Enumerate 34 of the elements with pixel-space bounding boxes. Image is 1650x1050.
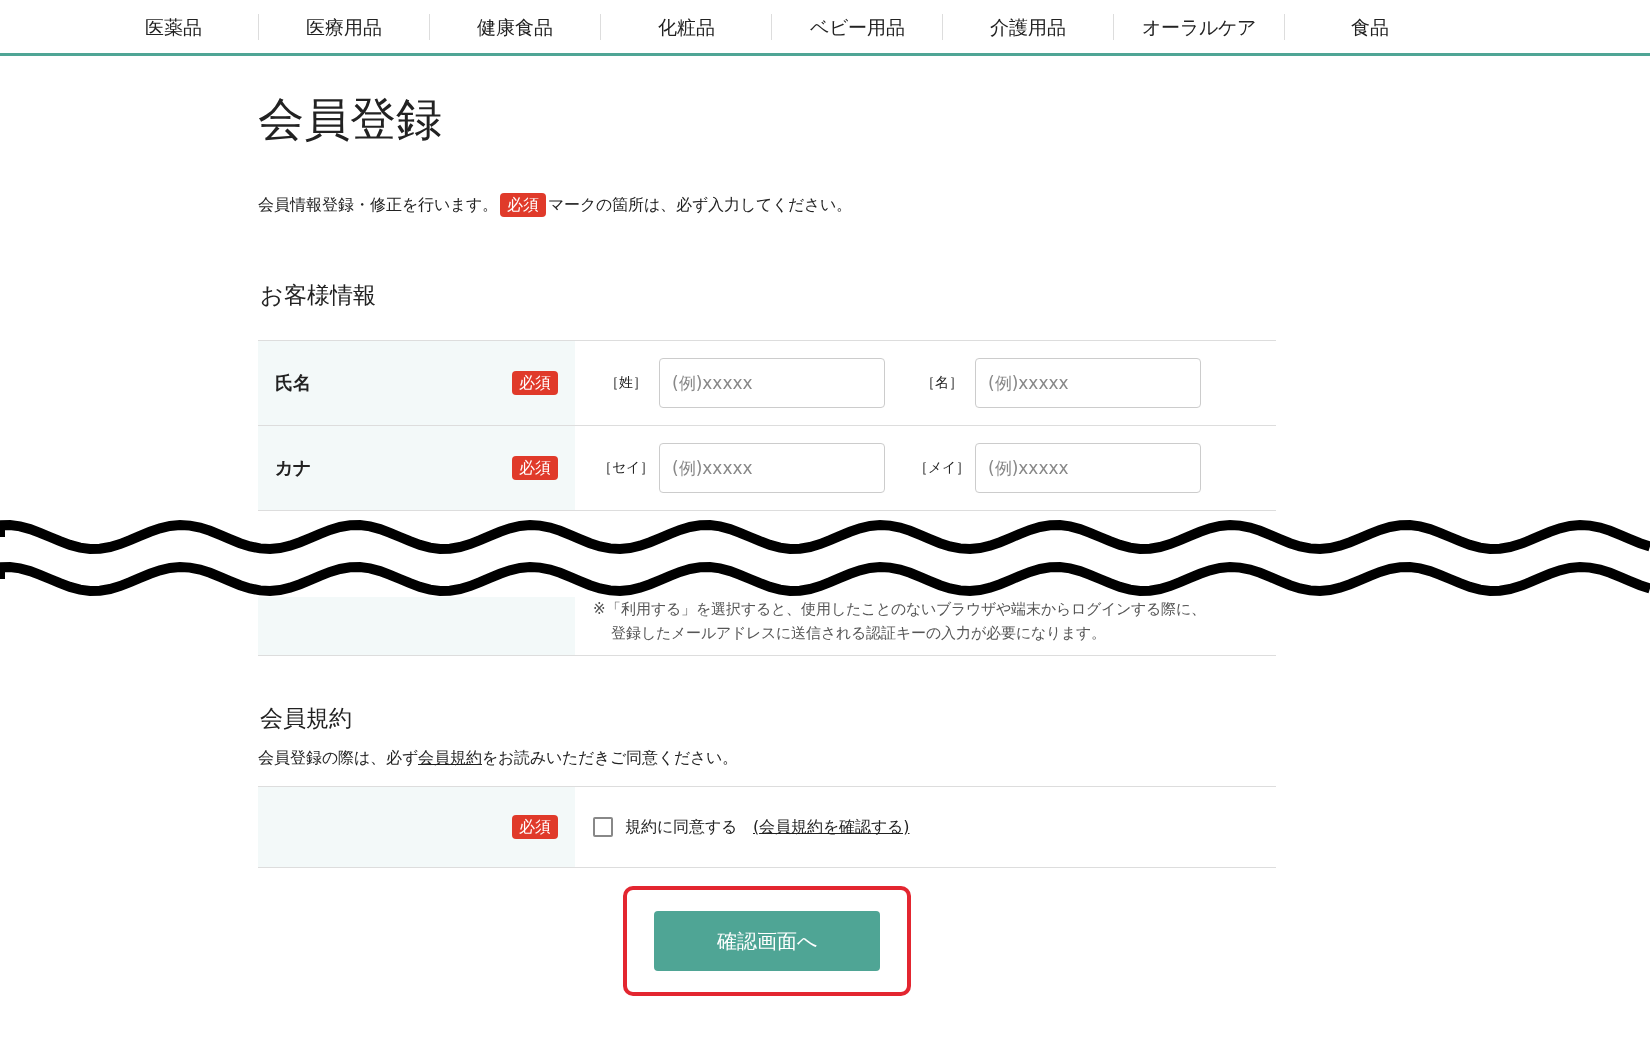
nav-link[interactable]: 医薬品: [88, 13, 259, 40]
required-badge: 必須: [500, 192, 546, 217]
field-prefix: ［名］: [920, 374, 964, 393]
section-heading: 会員規約: [260, 704, 352, 734]
field-prefix: ［姓］: [604, 374, 648, 393]
terms-link[interactable]: (会員規約を確認する): [753, 816, 910, 838]
terms-text: 会員登録の際は、必ず会員規約をお読みいただきご同意ください。: [258, 748, 738, 770]
note-text: ※「利用する」を選択すると、使用したことのないブラウザや端末からログインする際に、: [593, 599, 1206, 621]
nav-link[interactable]: ベビー用品: [772, 13, 943, 40]
nav-link[interactable]: 医療用品: [259, 13, 430, 40]
field-label: 氏名: [275, 371, 311, 396]
required-badge: 必須: [512, 815, 558, 840]
field-prefix: ［セイ］: [597, 459, 655, 478]
intro-text: 会員情報登録・修正を行います。: [258, 194, 498, 216]
nav-link[interactable]: オーラルケア: [1114, 13, 1285, 40]
field-prefix: ［メイ］: [913, 459, 971, 478]
input-field[interactable]: (例)xxxxx: [975, 358, 1201, 409]
input-field[interactable]: (例)xxxxx: [975, 443, 1201, 494]
page-title: 会員登録: [258, 94, 442, 145]
input-field[interactable]: (例)xxxxx: [659, 443, 885, 494]
note-text: 登録したメールアドレスに送信される認証キーの入力が必要になります。: [610, 623, 1107, 645]
agree-checkbox[interactable]: [593, 817, 613, 838]
nav-link[interactable]: 食品: [1285, 13, 1455, 40]
required-badge: 必須: [512, 371, 558, 396]
terms-link[interactable]: 会員規約: [418, 749, 482, 768]
intro-text: マークの箇所は、必ず入力してください。: [548, 194, 852, 216]
input-field[interactable]: (例)xxxxx: [659, 358, 885, 409]
section-heading: お客様情報: [260, 280, 376, 310]
checkbox-label: 規約に同意する: [625, 816, 737, 838]
required-badge: 必須: [512, 456, 558, 481]
nav-link[interactable]: 健康食品: [430, 13, 601, 40]
nav-link[interactable]: 化粧品: [601, 13, 772, 40]
nav-link[interactable]: 介護用品: [943, 13, 1114, 40]
field-label: カナ: [275, 456, 311, 481]
